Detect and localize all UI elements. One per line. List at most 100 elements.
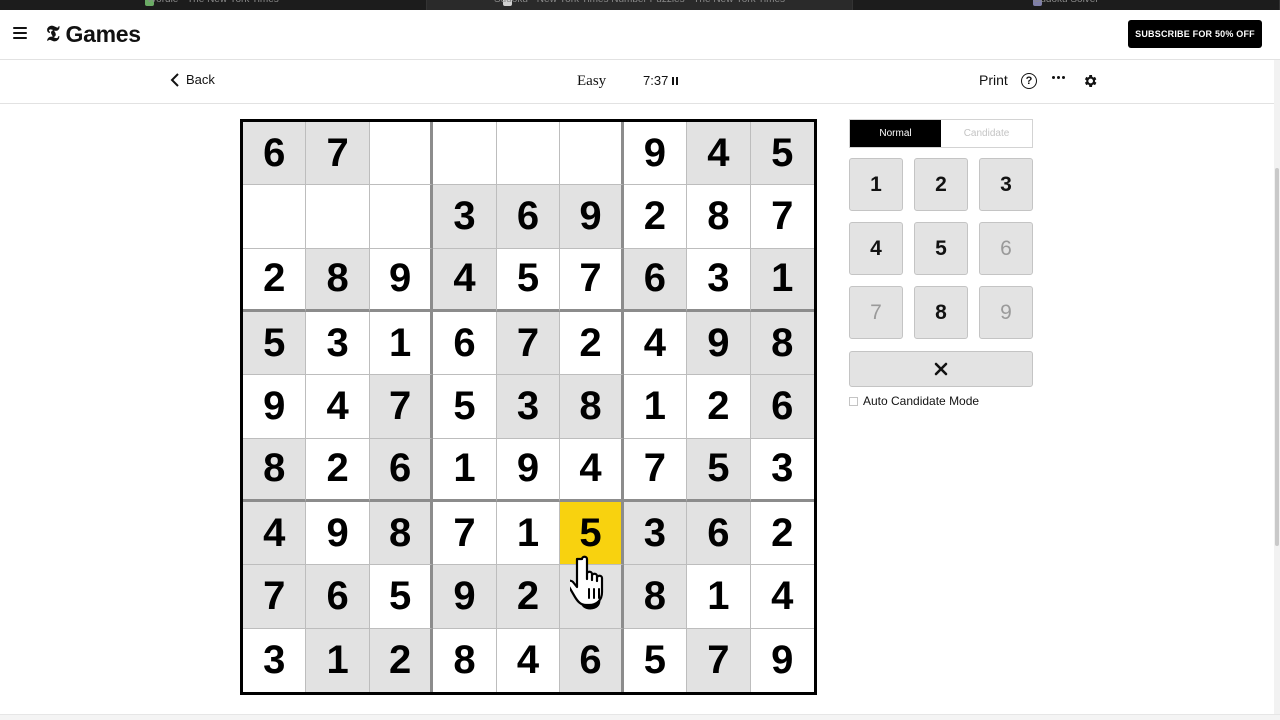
sudoku-cell[interactable]: 4 bbox=[687, 122, 751, 186]
nyt-games-logo[interactable]: 𝕿 Games bbox=[46, 22, 141, 46]
timer[interactable]: 7:37 bbox=[643, 73, 679, 88]
sudoku-cell[interactable]: 8 bbox=[687, 185, 751, 249]
sudoku-cell[interactable]: 9 bbox=[369, 248, 434, 312]
sudoku-cell[interactable]: 2 bbox=[623, 185, 688, 249]
sudoku-cell[interactable]: 7 bbox=[306, 122, 370, 186]
sudoku-cell[interactable]: 6 bbox=[433, 311, 497, 376]
sudoku-cell[interactable]: 3 bbox=[496, 375, 561, 439]
sudoku-cell[interactable]: 3 bbox=[750, 439, 814, 502]
sudoku-cell[interactable]: 8 bbox=[306, 248, 370, 312]
sudoku-cell[interactable]: 9 bbox=[687, 311, 751, 376]
sudoku-cell[interactable]: 5 bbox=[750, 122, 814, 186]
sudoku-cell[interactable]: 4 bbox=[623, 311, 688, 376]
sudoku-cell[interactable]: 5 bbox=[560, 501, 624, 566]
sudoku-cell[interactable]: 7 bbox=[560, 248, 624, 312]
sudoku-cell[interactable]: 1 bbox=[306, 628, 370, 692]
sudoku-cell[interactable]: 9 bbox=[496, 438, 561, 502]
back-button[interactable]: Back bbox=[170, 72, 215, 87]
sudoku-cell[interactable]: 6 bbox=[306, 565, 370, 629]
sudoku-cell[interactable]: 4 bbox=[497, 628, 561, 692]
sudoku-cell[interactable]: 5 bbox=[687, 438, 751, 502]
sudoku-cell[interactable]: 5 bbox=[496, 248, 561, 312]
sudoku-cell[interactable]: 4 bbox=[750, 565, 814, 629]
page-scrollbar[interactable] bbox=[1274, 60, 1280, 715]
sudoku-cell[interactable]: 2 bbox=[306, 438, 370, 502]
sudoku-cell[interactable]: 6 bbox=[560, 628, 624, 692]
pause-icon[interactable] bbox=[672, 76, 679, 85]
sudoku-cell[interactable]: 8 bbox=[369, 501, 434, 566]
sudoku-cell[interactable]: 2 bbox=[243, 248, 307, 312]
sudoku-cell[interactable]: 7 bbox=[243, 565, 307, 629]
sudoku-cell[interactable] bbox=[560, 122, 624, 186]
sudoku-cell[interactable] bbox=[433, 122, 497, 186]
sudoku-cell[interactable]: 1 bbox=[433, 438, 497, 502]
sudoku-cell[interactable]: 2 bbox=[496, 565, 561, 629]
sudoku-cell[interactable]: 5 bbox=[624, 628, 688, 692]
sudoku-cell[interactable]: 9 bbox=[751, 629, 814, 692]
sudoku-cell[interactable]: 3 bbox=[623, 501, 688, 566]
sudoku-cell[interactable]: 9 bbox=[623, 122, 688, 186]
sudoku-cell[interactable]: 6 bbox=[243, 122, 307, 186]
print-button[interactable]: Print bbox=[979, 72, 1008, 88]
gear-icon[interactable] bbox=[1082, 73, 1098, 89]
sudoku-cell[interactable]: 9 bbox=[243, 375, 307, 439]
more-options-icon[interactable] bbox=[1052, 76, 1065, 79]
sudoku-cell[interactable]: 8 bbox=[623, 565, 688, 629]
sudoku-cell[interactable]: 7 bbox=[433, 501, 497, 566]
browser-tab[interactable]: Sudoku Solver bbox=[853, 0, 1280, 10]
sudoku-cell[interactable]: 7 bbox=[369, 375, 434, 439]
sudoku-cell[interactable]: 4 bbox=[306, 375, 370, 439]
mode-candidate-button[interactable]: Candidate bbox=[941, 120, 1032, 147]
sudoku-cell[interactable]: 9 bbox=[433, 565, 497, 629]
sudoku-cell[interactable]: 1 bbox=[750, 248, 814, 312]
sudoku-cell[interactable]: 2 bbox=[750, 502, 814, 566]
sudoku-cell[interactable]: 9 bbox=[306, 501, 370, 566]
sudoku-cell[interactable]: 8 bbox=[433, 628, 497, 692]
erase-button[interactable] bbox=[849, 351, 1033, 387]
number-key-1[interactable]: 1 bbox=[849, 158, 903, 211]
sudoku-cell[interactable]: 5 bbox=[433, 375, 497, 439]
sudoku-cell[interactable]: 6 bbox=[687, 501, 751, 566]
number-key-7[interactable]: 7 bbox=[849, 286, 903, 339]
sudoku-cell[interactable]: 7 bbox=[750, 185, 814, 249]
sudoku-cell[interactable]: 1 bbox=[623, 375, 688, 439]
scrollbar-thumb[interactable] bbox=[1275, 168, 1279, 546]
sudoku-cell[interactable]: 3 bbox=[687, 248, 751, 312]
sudoku-cell[interactable]: 4 bbox=[433, 248, 497, 312]
sudoku-cell[interactable]: 1 bbox=[496, 501, 561, 566]
sudoku-cell[interactable] bbox=[496, 122, 561, 186]
browser-tab[interactable]: Wordle - The New York Times bbox=[0, 0, 427, 10]
sudoku-cell[interactable]: 7 bbox=[496, 311, 561, 376]
help-icon[interactable]: ? bbox=[1021, 73, 1037, 89]
mode-normal-button[interactable]: Normal bbox=[850, 120, 941, 147]
sudoku-cell[interactable]: 5 bbox=[243, 311, 307, 376]
sudoku-cell[interactable]: 2 bbox=[687, 375, 751, 439]
sudoku-cell[interactable]: 6 bbox=[623, 248, 688, 312]
sudoku-cell[interactable] bbox=[369, 122, 434, 186]
sudoku-cell[interactable]: 6 bbox=[369, 438, 434, 502]
sudoku-cell[interactable]: 4 bbox=[243, 501, 307, 566]
number-key-4[interactable]: 4 bbox=[849, 222, 903, 275]
sudoku-cell[interactable]: 8 bbox=[750, 311, 814, 376]
auto-candidate-checkbox[interactable] bbox=[849, 396, 858, 406]
browser-tab[interactable]: Sudoku - New York Times Number Puzzles -… bbox=[426, 0, 854, 10]
sudoku-cell[interactable]: 5 bbox=[369, 565, 434, 629]
sudoku-cell[interactable]: 7 bbox=[687, 628, 751, 692]
sudoku-cell[interactable]: 7 bbox=[623, 438, 688, 502]
number-key-8[interactable]: 8 bbox=[914, 286, 968, 339]
hamburger-icon[interactable] bbox=[13, 27, 27, 39]
subscribe-button[interactable]: SUBSCRIBE FOR 50% OFF bbox=[1128, 20, 1262, 48]
sudoku-cell[interactable] bbox=[306, 185, 370, 249]
sudoku-cell[interactable]: 9 bbox=[560, 185, 624, 249]
sudoku-cell[interactable]: 1 bbox=[687, 565, 751, 629]
sudoku-cell[interactable]: 3 bbox=[433, 185, 497, 249]
sudoku-cell[interactable]: 4 bbox=[560, 438, 624, 502]
number-key-6[interactable]: 6 bbox=[979, 222, 1033, 275]
sudoku-cell[interactable]: 6 bbox=[496, 185, 561, 249]
sudoku-cell[interactable] bbox=[369, 185, 434, 249]
sudoku-cell[interactable]: 3 bbox=[306, 311, 370, 376]
number-key-2[interactable]: 2 bbox=[914, 158, 968, 211]
auto-candidate-toggle[interactable]: Auto Candidate Mode bbox=[849, 394, 979, 408]
number-key-9[interactable]: 9 bbox=[979, 286, 1033, 339]
sudoku-cell[interactable]: 6 bbox=[750, 375, 814, 439]
